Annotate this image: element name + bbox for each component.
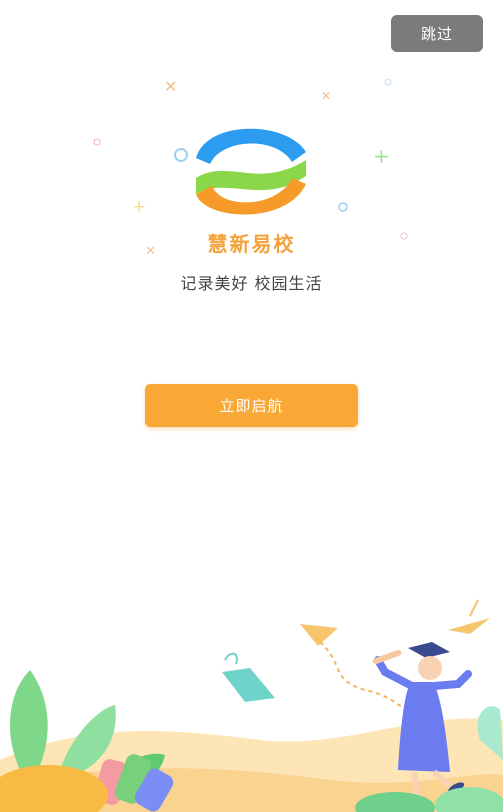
start-button[interactable]: 立即启航	[145, 384, 358, 427]
svg-text:+: +	[373, 144, 390, 168]
app-slogan: 记录美好 校园生活	[180, 274, 323, 293]
svg-text:+: +	[132, 197, 146, 217]
paper-plane-icon	[300, 599, 490, 646]
svg-text:✕: ✕	[164, 77, 177, 96]
svg-text:✕: ✕	[321, 89, 331, 103]
skip-button[interactable]: 跳过	[391, 15, 483, 52]
graduation-cap-icon	[222, 652, 275, 702]
app-name: 慧新易校	[207, 232, 296, 256]
wave-logo-icon	[196, 128, 306, 215]
campus-illustration	[0, 599, 503, 812]
